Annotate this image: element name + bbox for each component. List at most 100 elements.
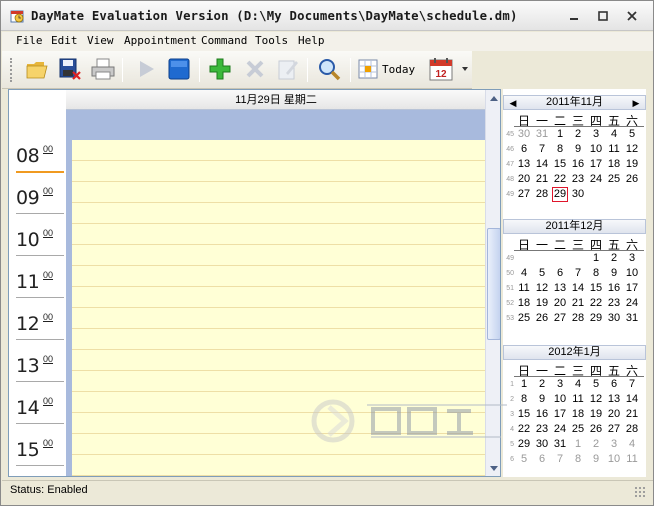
calendar-day[interactable]: 16 [570,157,586,172]
time-slots[interactable] [72,140,486,476]
calendar-day[interactable]: 24 [552,422,568,437]
calendar-day[interactable]: 7 [624,377,640,392]
calendar-day[interactable]: 6 [534,452,550,467]
calendar-day[interactable]: 16 [606,281,622,296]
calendar-day[interactable]: 22 [552,172,568,187]
calendar-day[interactable]: 11 [516,281,532,296]
today-button[interactable]: Today [358,57,418,81]
calendar-day[interactable]: 14 [570,281,586,296]
calendar-day[interactable]: 8 [552,142,568,157]
menu-appointment[interactable]: Appointment [124,34,197,47]
calendar-day[interactable]: 6 [552,266,568,281]
stop-button[interactable] [165,55,193,83]
toolbar-grip[interactable] [10,58,14,82]
scroll-down-button[interactable] [487,462,500,476]
calendar-day[interactable]: 10 [606,452,622,467]
calendar-day[interactable]: 3 [624,251,640,266]
calendar-day[interactable]: 13 [552,281,568,296]
resize-grip[interactable] [634,486,646,498]
calendar-day[interactable]: 1 [570,437,586,452]
maximize-icon[interactable] [596,9,610,23]
calendar-day[interactable]: 24 [624,296,640,311]
calendar-day[interactable]: 15 [516,407,532,422]
calendar-day[interactable]: 1 [588,251,604,266]
calendar-day[interactable]: 30 [606,311,622,326]
calendar-day[interactable]: 19 [624,157,640,172]
menu-help[interactable]: Help [298,34,325,47]
calendar-day[interactable]: 25 [606,172,622,187]
calendar-day[interactable]: 19 [534,296,550,311]
calendar-day[interactable]: 4 [516,266,532,281]
calendar-day[interactable]: 28 [534,187,550,202]
print-button[interactable] [89,55,117,83]
menu-tools[interactable]: Tools [255,34,288,47]
calendar-day[interactable]: 25 [570,422,586,437]
calendar-day[interactable]: 12 [624,142,640,157]
calendar-day[interactable]: 30 [570,187,586,202]
next-month-icon[interactable]: ▶ [630,97,642,109]
calendar-day[interactable]: 31 [534,127,550,142]
calendar-day[interactable]: 4 [570,377,586,392]
calendar-day[interactable]: 18 [606,157,622,172]
calendar-day[interactable]: 2 [534,377,550,392]
calendar-day[interactable]: 5 [588,377,604,392]
calendar-day[interactable]: 28 [570,311,586,326]
calendar-day[interactable]: 10 [588,142,604,157]
calendar-day[interactable]: 11 [606,142,622,157]
menu-view[interactable]: View [87,34,114,47]
calendar-day[interactable]: 2 [606,251,622,266]
save-button[interactable] [56,55,84,83]
delete-button[interactable] [241,55,269,83]
close-icon[interactable] [625,9,639,23]
calendar-day[interactable]: 26 [534,311,550,326]
calendar-day[interactable]: 29 [516,437,532,452]
calendar-day[interactable]: 19 [588,407,604,422]
calendar-day[interactable]: 2 [570,127,586,142]
calendar-day[interactable]: 26 [624,172,640,187]
calendar-dropdown-button[interactable]: 12 [428,55,472,83]
calendar-day[interactable]: 9 [534,392,550,407]
calendar-day[interactable]: 9 [588,452,604,467]
calendar-day[interactable]: 14 [534,157,550,172]
calendar-day[interactable]: 4 [606,127,622,142]
calendar-day[interactable]: 15 [588,281,604,296]
calendar-day[interactable]: 27 [606,422,622,437]
calendar-day[interactable]: 21 [534,172,550,187]
calendar-day[interactable]: 10 [624,266,640,281]
play-button[interactable] [132,55,160,83]
calendar-day[interactable]: 12 [588,392,604,407]
calendar-day[interactable]: 31 [552,437,568,452]
scroll-up-button[interactable] [487,91,500,105]
calendar-day[interactable]: 27 [552,311,568,326]
calendar-day[interactable]: 12 [534,281,550,296]
calendar-day[interactable]: 3 [606,437,622,452]
calendar-day[interactable]: 5 [534,266,550,281]
calendar-day[interactable]: 3 [552,377,568,392]
calendar-day[interactable]: 5 [624,127,640,142]
calendar-day[interactable]: 28 [624,422,640,437]
calendar-day[interactable]: 13 [516,157,532,172]
calendar-day[interactable]: 7 [534,142,550,157]
calendar-day[interactable]: 7 [570,266,586,281]
calendar-day[interactable]: 17 [624,281,640,296]
vertical-scrollbar[interactable] [485,90,500,476]
calendar-day[interactable]: 10 [552,392,568,407]
calendar-day[interactable]: 25 [516,311,532,326]
title-bar[interactable]: DayMate Evaluation Version (D:\My Docume… [1,1,653,31]
calendar-day[interactable]: 4 [624,437,640,452]
menu-command[interactable]: Command [201,34,247,47]
calendar-day[interactable]: 31 [624,311,640,326]
calendar-day[interactable]: 8 [516,392,532,407]
calendar-day[interactable]: 9 [606,266,622,281]
calendar-day[interactable]: 30 [516,127,532,142]
calendar-day[interactable]: 15 [552,157,568,172]
calendar-day[interactable]: 26 [588,422,604,437]
edit-button[interactable] [274,55,302,83]
calendar-day[interactable]: 23 [606,296,622,311]
calendar-day[interactable]: 9 [570,142,586,157]
calendar-day[interactable]: 20 [552,296,568,311]
calendar-day[interactable]: 6 [606,377,622,392]
calendar-day[interactable]: 14 [624,392,640,407]
calendar-day[interactable]: 20 [606,407,622,422]
calendar-day[interactable]: 18 [516,296,532,311]
